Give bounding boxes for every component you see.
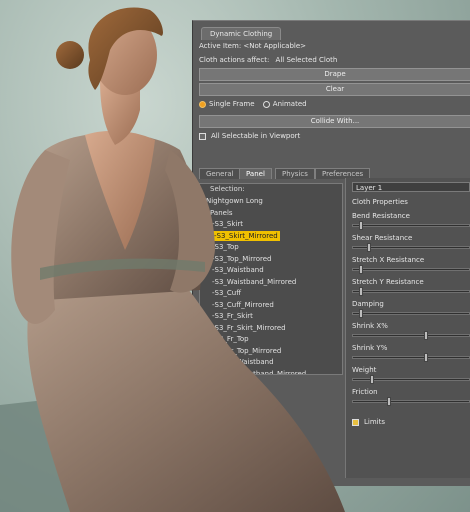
all-selectable-checkbox[interactable] (199, 132, 206, 140)
tab-general[interactable]: General (199, 168, 241, 179)
property-label: Shrink X% (352, 322, 388, 330)
frame-mode-row: Single Frame Animated (199, 99, 307, 109)
slider-knob[interactable] (424, 331, 428, 340)
slider-knob[interactable] (370, 375, 374, 384)
tree-item[interactable]: -S3_Fr_Skirt (212, 311, 253, 321)
property-slider[interactable] (352, 287, 470, 296)
slider-knob[interactable] (359, 265, 363, 274)
animated-label: Animated (272, 100, 307, 108)
panel-tabs: General Panel Physics Preferences (199, 168, 470, 179)
tree-item[interactable]: -S3_Top (212, 242, 239, 252)
tree-item[interactable]: -S3_Fr_Waistband_Mirrored (212, 369, 306, 375)
property-label: Stretch Y Resistance (352, 278, 424, 286)
cloth-actions-label: Cloth actions affect: (199, 56, 270, 64)
property-slider[interactable] (352, 353, 470, 362)
tree-item[interactable]: -S3_Fr_Top_Mirrored (212, 346, 281, 356)
cloth-actions-select[interactable]: All Selected Cloth (276, 56, 338, 64)
all-selectable-label: All Selectable in Viewport (211, 132, 301, 140)
dynamic-clothing-panel: Dynamic Clothing Active Item: <Not Appli… (192, 20, 470, 486)
property-label: Friction (352, 388, 378, 396)
layer-select[interactable]: Layer 1 (352, 182, 470, 192)
tree-item[interactable]: -S3_Waistband (212, 265, 264, 275)
tree-item[interactable]: Panels (210, 208, 233, 218)
tab-physics[interactable]: Physics (275, 168, 315, 179)
cloth-actions-row: Cloth actions affect: All Selected Cloth (199, 55, 337, 65)
panel-title-tab[interactable]: Dynamic Clothing (201, 27, 282, 40)
active-item-label: Active Item: <Not Applicable> (199, 42, 307, 50)
property-label: Stretch X Resistance (352, 256, 425, 264)
property-slider[interactable] (352, 331, 470, 340)
slider-knob[interactable] (387, 397, 391, 406)
panel-tree[interactable]: Selection: Nightgown Long Panels -S3_Skirt… (199, 183, 343, 375)
tree-item[interactable]: -S3_Cuff (212, 288, 241, 298)
single-frame-radio[interactable] (199, 100, 206, 108)
property-label: Shrink Y% (352, 344, 388, 352)
property-slider[interactable] (352, 221, 470, 230)
slider-knob[interactable] (367, 243, 371, 252)
cloth-properties-heading: Cloth Properties (352, 198, 408, 206)
tree-item[interactable]: -S3_Skirt (212, 219, 243, 229)
property-slider[interactable] (352, 265, 470, 274)
all-selectable-row: All Selectable in Viewport (199, 131, 300, 141)
drape-button[interactable]: Drape (199, 68, 470, 81)
tree-item[interactable]: -S3_Cuff_Mirrored (212, 300, 274, 310)
tab-panel[interactable]: Panel (239, 168, 272, 179)
single-frame-label: Single Frame (209, 100, 255, 108)
property-slider[interactable] (352, 397, 470, 406)
property-slider[interactable] (352, 243, 470, 252)
tree-item[interactable]: -S3_Top_Mirrored (212, 254, 271, 264)
tree-item[interactable]: -S3_Fr_Top (212, 334, 249, 344)
collide-with-button[interactable]: Collide With... (199, 115, 470, 128)
property-slider[interactable] (352, 375, 470, 384)
property-slider[interactable] (352, 309, 470, 318)
limits-checkbox[interactable] (352, 418, 359, 426)
property-label: Damping (352, 300, 384, 308)
property-label: Bend Resistance (352, 212, 410, 220)
tree-item[interactable]: -S3_Skirt_Mirrored (212, 230, 280, 241)
limits-row: Limits (352, 418, 385, 426)
animated-radio[interactable] (262, 100, 270, 108)
slider-knob[interactable] (424, 353, 428, 362)
tree-item[interactable]: -S3_Fr_Waistband (212, 357, 274, 367)
slider-knob[interactable] (359, 221, 363, 230)
tree-item[interactable]: -S3_Waistband_Mirrored (212, 277, 296, 287)
cloth-properties-panel: Layer 1 Cloth Properties Bend Resistance… (345, 178, 470, 478)
selection-label: Selection: (210, 185, 245, 193)
slider-knob[interactable] (359, 287, 363, 296)
property-label: Weight (352, 366, 377, 374)
slider-knob[interactable] (359, 309, 363, 318)
tree-item[interactable]: Nightgown Long (206, 196, 263, 206)
tree-item[interactable]: -S3_Fr_Skirt_Mirrored (212, 323, 286, 333)
clear-button[interactable]: Clear (199, 83, 470, 96)
property-label: Shear Resistance (352, 234, 413, 242)
limits-label: Limits (364, 418, 385, 426)
